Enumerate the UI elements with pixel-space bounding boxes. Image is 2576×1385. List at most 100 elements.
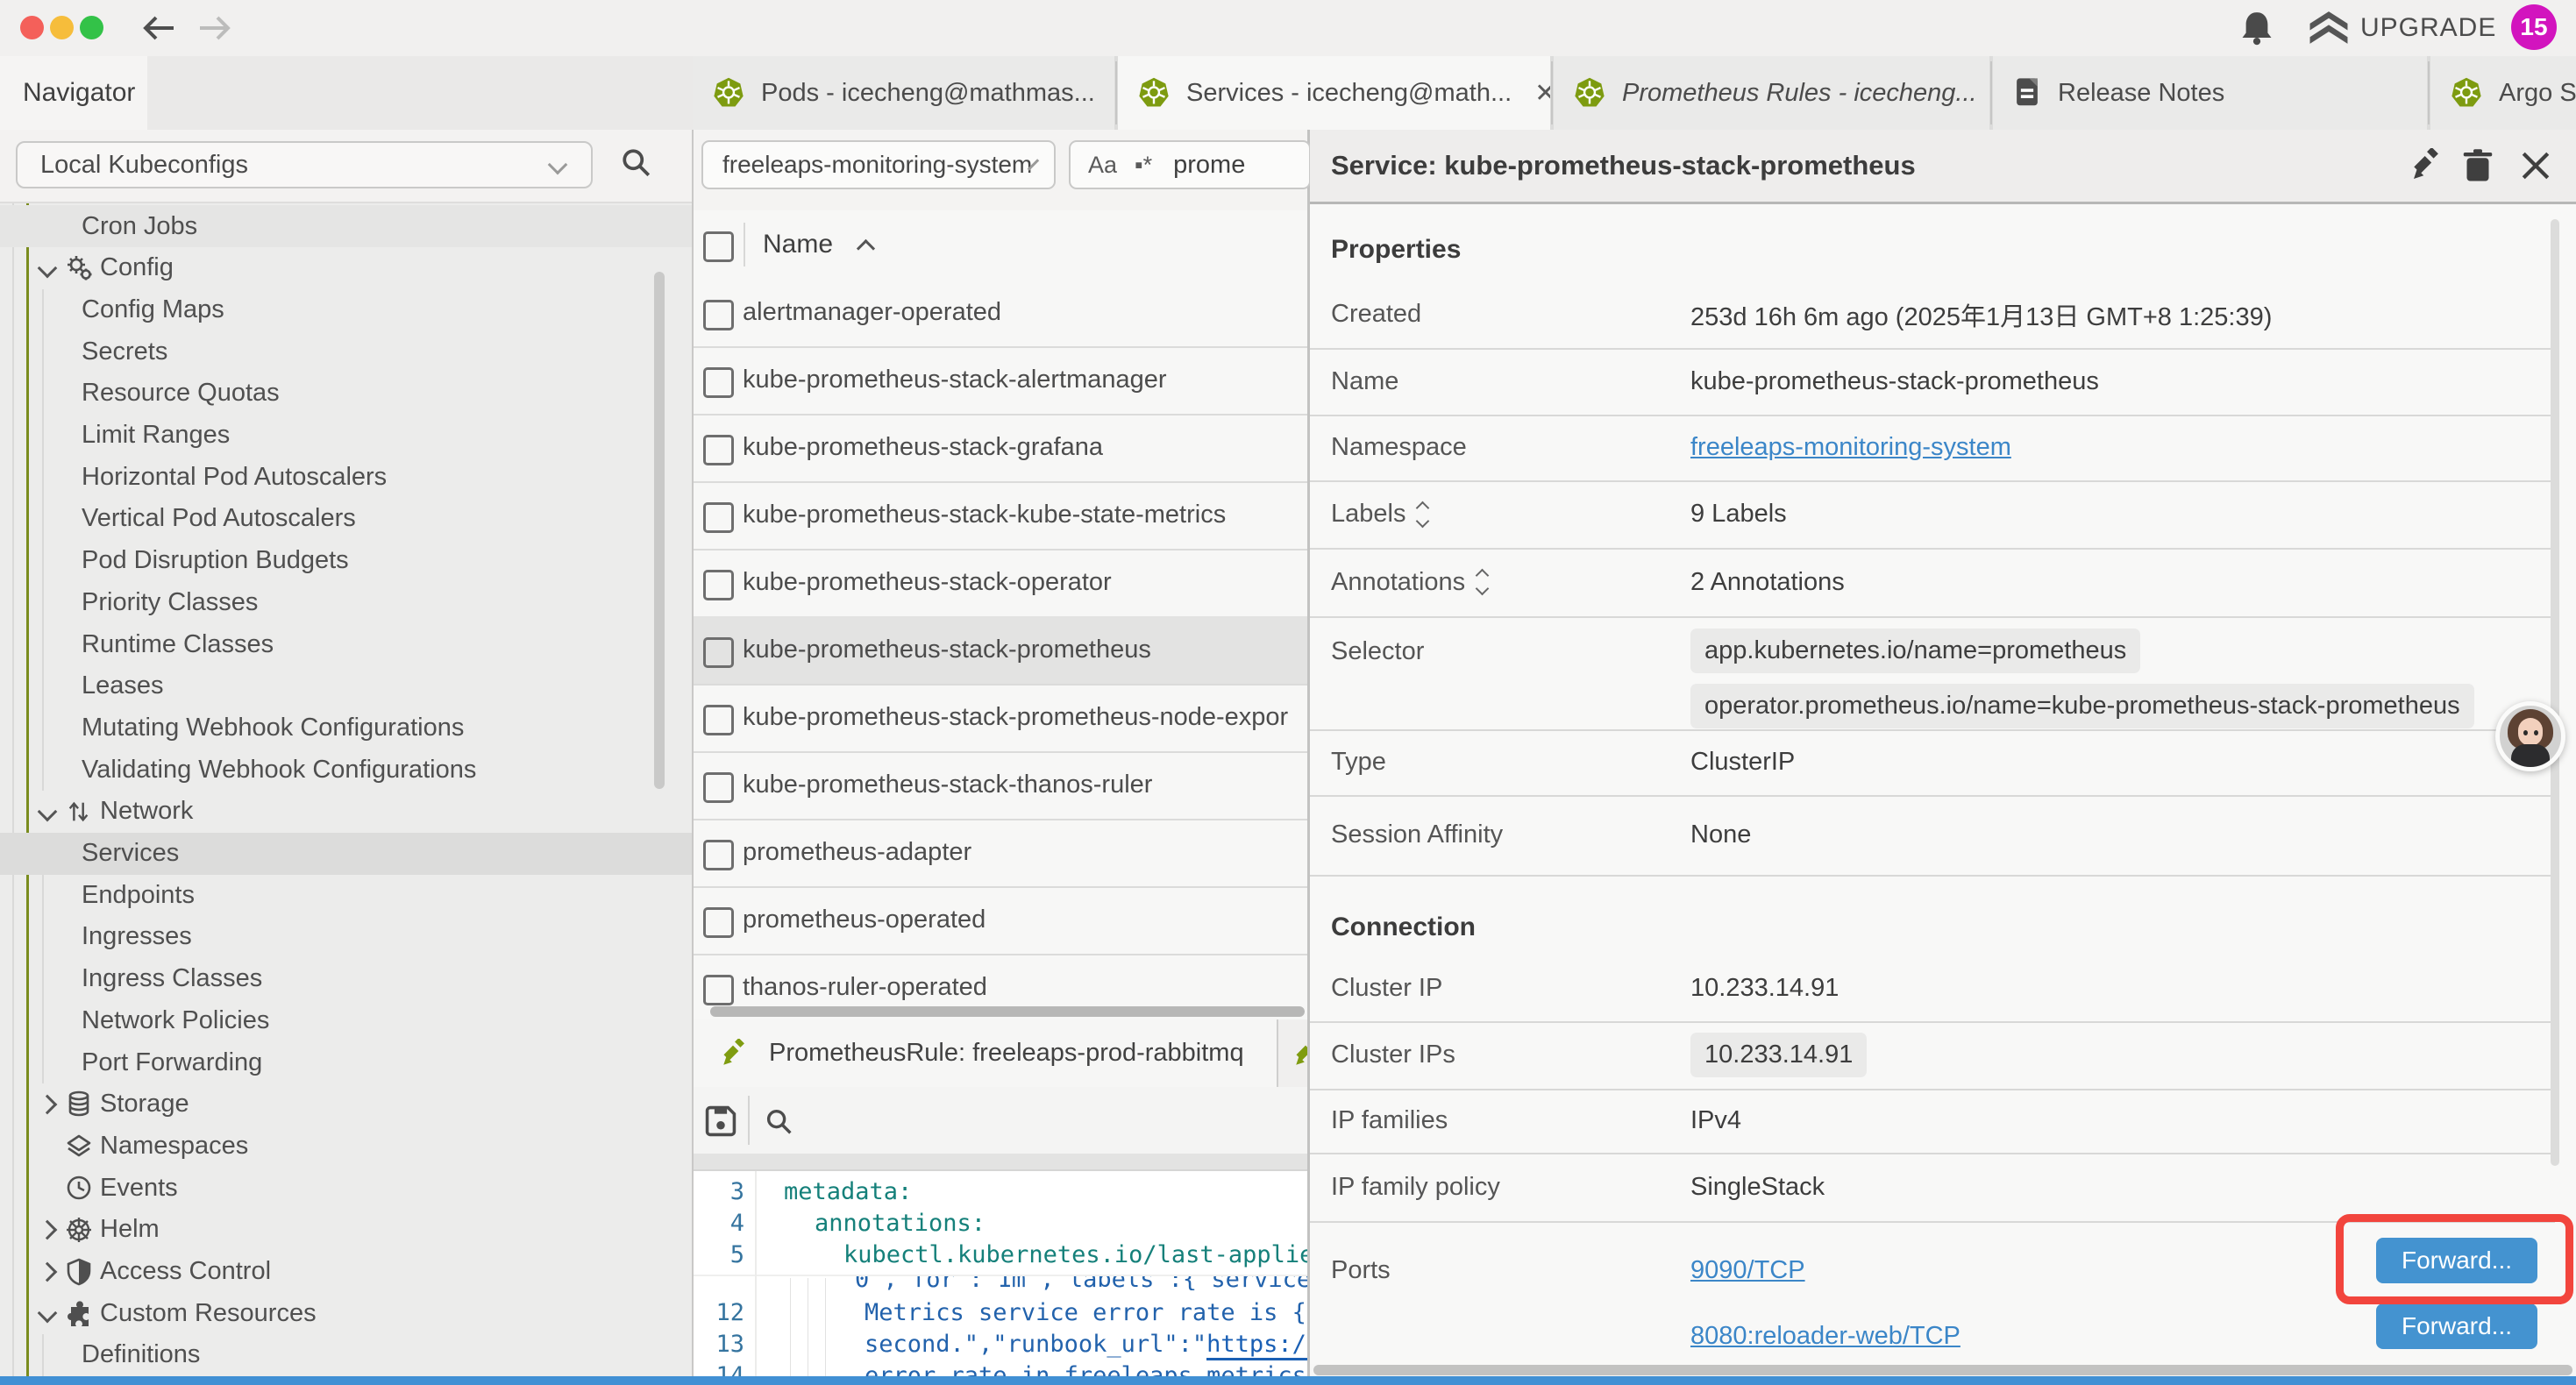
avatar-eye bbox=[2534, 730, 2538, 735]
table-row[interactable]: kube-prometheus-stack-kube-state-metrics bbox=[694, 481, 1307, 550]
sidebar-item-events[interactable]: Events bbox=[0, 1167, 693, 1209]
sidebar-item-custom-resources[interactable]: Custom Resources bbox=[0, 1292, 693, 1334]
sidebar-item-ingress-classes[interactable]: Ingress Classes bbox=[0, 958, 693, 1000]
sidebar-item-resource-quotas[interactable]: Resource Quotas bbox=[0, 373, 693, 415]
table-row[interactable]: kube-prometheus-stack-operator bbox=[694, 549, 1307, 618]
sidebar-item-storage[interactable]: Storage bbox=[0, 1083, 693, 1126]
tab-prometheus-rules[interactable]: Prometheus Rules - icecheng... bbox=[1554, 56, 1989, 130]
port-link-8080[interactable]: 8080:reloader-web/TCP bbox=[1690, 1322, 1960, 1351]
chevron-down-icon bbox=[38, 801, 58, 821]
sidebar-item-ingresses[interactable]: Ingresses bbox=[0, 916, 693, 958]
sidebar-item-definitions[interactable]: Definitions bbox=[0, 1334, 693, 1376]
sidebar-item-leases[interactable]: Leases bbox=[0, 665, 693, 707]
sidebar-item-limit-ranges[interactable]: Limit Ranges bbox=[0, 415, 693, 457]
tab-release-notes[interactable]: Release Notes bbox=[1993, 56, 2427, 130]
tab-pods[interactable]: Pods - icecheng@mathmas... bbox=[693, 56, 1114, 130]
sidebar-item-cron-jobs[interactable]: Cron Jobs bbox=[0, 205, 693, 247]
save-icon[interactable] bbox=[704, 1104, 737, 1138]
row-checkbox[interactable] bbox=[703, 502, 734, 533]
code-line: annotations: bbox=[694, 1208, 1307, 1239]
runbook-url-link[interactable]: https://net bbox=[1206, 1331, 1307, 1360]
namespace-select[interactable]: freeleaps-monitoring-system bbox=[701, 140, 1056, 189]
row-checkbox[interactable] bbox=[703, 367, 734, 398]
pencil-icon bbox=[1292, 1039, 1307, 1069]
table-row[interactable]: kube-prometheus-stack-grafana bbox=[694, 414, 1307, 483]
editor-tab-partial[interactable] bbox=[1278, 1019, 1307, 1087]
sidebar-item-endpoints[interactable]: Endpoints bbox=[0, 874, 693, 916]
table-row-selected[interactable]: kube-prometheus-stack-prometheus bbox=[694, 616, 1307, 685]
row-checkbox[interactable] bbox=[703, 772, 734, 803]
search-icon[interactable] bbox=[619, 146, 654, 181]
select-all-checkbox[interactable] bbox=[703, 231, 734, 262]
minimize-window-icon[interactable] bbox=[50, 16, 74, 39]
expand-collapse-icon[interactable] bbox=[1418, 503, 1427, 526]
table-row[interactable]: kube-prometheus-stack-thanos-ruler bbox=[694, 751, 1307, 820]
sidebar-item-horizontal-pod-autoscalers[interactable]: Horizontal Pod Autoscalers bbox=[0, 456, 693, 498]
search-input[interactable]: Aa ▪* prome bbox=[1069, 140, 1311, 189]
sidebar-item-network[interactable]: Network bbox=[0, 791, 693, 833]
trash-icon[interactable] bbox=[2460, 148, 2495, 183]
sidebar-item-access-control[interactable]: Access Control bbox=[0, 1251, 693, 1293]
sidebar-item-config[interactable]: Config bbox=[0, 247, 693, 289]
regex-icon[interactable]: ▪* bbox=[1135, 152, 1152, 179]
sidebar-item-config-maps[interactable]: Config Maps bbox=[0, 288, 693, 330]
chevron-right-icon bbox=[38, 1219, 58, 1239]
port-link-9090[interactable]: 9090/TCP bbox=[1690, 1256, 1805, 1285]
forward-arrow-icon[interactable] bbox=[195, 11, 235, 46]
avatar[interactable] bbox=[2495, 701, 2565, 771]
editor-tab-prometheusrule[interactable]: PrometheusRule: freeleaps-prod-rabbitmq bbox=[694, 1019, 1278, 1087]
back-arrow-icon[interactable] bbox=[139, 11, 179, 46]
row-checkbox[interactable] bbox=[703, 637, 734, 668]
detail-horizontal-scrollbar[interactable] bbox=[1313, 1365, 2572, 1375]
row-checkbox[interactable] bbox=[703, 705, 734, 735]
table-row[interactable]: prometheus-operated bbox=[694, 886, 1307, 955]
row-checkbox[interactable] bbox=[703, 435, 734, 465]
window-titlebar: UPGRADE 15 bbox=[0, 0, 2576, 58]
sidebar-item-namespaces[interactable]: Namespaces bbox=[0, 1125, 693, 1167]
close-tab-icon[interactable]: ✕ bbox=[1534, 78, 1550, 109]
table-horizontal-scrollbar[interactable] bbox=[710, 1006, 1305, 1017]
expand-collapse-icon[interactable] bbox=[1477, 571, 1487, 593]
table-row[interactable]: alertmanager-operated bbox=[694, 279, 1307, 348]
name-column-header[interactable]: Name bbox=[763, 210, 872, 279]
detail-vertical-scrollbar[interactable] bbox=[2551, 219, 2559, 1166]
sidebar-item-priority-classes[interactable]: Priority Classes bbox=[0, 581, 693, 623]
sidebar-item-mutating-webhook-configurations[interactable]: Mutating Webhook Configurations bbox=[0, 707, 693, 749]
type-value: ClusterIP bbox=[1690, 748, 1795, 777]
tab-navigator[interactable]: Navigator bbox=[0, 56, 147, 130]
table-row[interactable]: prometheus-adapter bbox=[694, 819, 1307, 888]
search-icon[interactable] bbox=[764, 1106, 795, 1138]
tab-services[interactable]: Services - icecheng@math... ✕ bbox=[1118, 56, 1550, 130]
close-window-icon[interactable] bbox=[20, 16, 44, 39]
sidebar-item-network-policies[interactable]: Network Policies bbox=[0, 999, 693, 1041]
namespace-link[interactable]: freeleaps-monitoring-system bbox=[1690, 433, 2011, 462]
bell-icon[interactable] bbox=[2238, 9, 2276, 47]
sidebar-item-runtime-classes[interactable]: Runtime Classes bbox=[0, 623, 693, 665]
row-checkbox[interactable] bbox=[703, 840, 734, 870]
sidebar-item-vertical-pod-autoscalers[interactable]: Vertical Pod Autoscalers bbox=[0, 498, 693, 540]
row-checkbox[interactable] bbox=[703, 907, 734, 938]
sidebar-item-services[interactable]: Services bbox=[0, 833, 693, 875]
close-icon[interactable] bbox=[2518, 148, 2553, 183]
sidebar-scrollbar[interactable] bbox=[654, 272, 665, 789]
kubeconfig-select[interactable]: Local Kubeconfigs bbox=[16, 141, 593, 188]
row-checkbox[interactable] bbox=[703, 570, 734, 600]
upgrade-icon[interactable] bbox=[2306, 9, 2352, 49]
row-checkbox[interactable] bbox=[703, 300, 734, 330]
match-case-icon[interactable]: Aa bbox=[1088, 152, 1117, 179]
table-row[interactable]: kube-prometheus-stack-alertmanager bbox=[694, 346, 1307, 416]
sidebar-item-secrets[interactable]: Secrets bbox=[0, 330, 693, 373]
yaml-editor[interactable]: 3 4 5 12 13 14 metadata: annotations: ku… bbox=[694, 1171, 1307, 1378]
row-checkbox[interactable] bbox=[703, 975, 734, 1005]
maximize-window-icon[interactable] bbox=[80, 16, 103, 39]
sidebar-item-port-forwarding[interactable]: Port Forwarding bbox=[0, 1041, 693, 1083]
edit-pencil-icon[interactable] bbox=[2409, 148, 2444, 183]
sidebar-item-validating-webhook-configurations[interactable]: Validating Webhook Configurations bbox=[0, 749, 693, 791]
notification-badge[interactable]: 15 bbox=[2511, 4, 2557, 50]
forward-button-8080[interactable]: Forward... bbox=[2376, 1303, 2537, 1349]
upgrade-button[interactable]: UPGRADE bbox=[2360, 0, 2496, 56]
sidebar-item-helm[interactable]: Helm bbox=[0, 1209, 693, 1251]
sidebar-item-pod-disruption-budgets[interactable]: Pod Disruption Budgets bbox=[0, 540, 693, 582]
tab-argo[interactable]: Argo Se bbox=[2430, 56, 2576, 130]
table-row[interactable]: kube-prometheus-stack-prometheus-node-ex… bbox=[694, 684, 1307, 753]
